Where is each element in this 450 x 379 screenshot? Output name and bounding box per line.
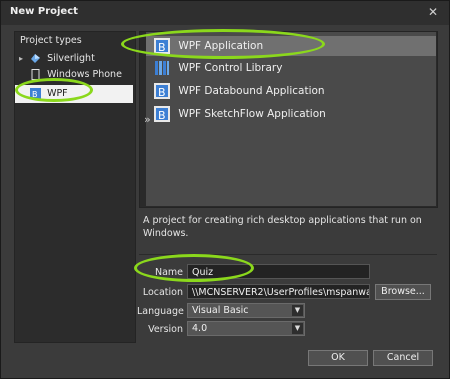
silverlight-icon [31, 54, 41, 63]
dialog-title: New Project [10, 6, 78, 17]
template-wpf-sketchflow-application[interactable]: B WPF SketchFlow Application [154, 104, 326, 124]
template-label: WPF SketchFlow Application [178, 108, 326, 120]
title-bar: New Project ✕ [1, 1, 449, 25]
project-types-header: Project types [20, 35, 82, 46]
template-wpf-databound-application[interactable]: B WPF Databound Application [154, 81, 325, 101]
ok-button[interactable]: OK [308, 350, 368, 366]
project-types-panel: Project types ▸ Silverlight Windows Phon… [14, 31, 136, 343]
version-select[interactable]: 4.0 ▼ [187, 321, 305, 336]
template-label: WPF Control Library [178, 62, 283, 74]
template-label: WPF Databound Application [178, 85, 325, 97]
template-description: A project for creating rich desktop appl… [143, 215, 422, 239]
tree-item-label: Silverlight [47, 53, 95, 64]
template-wpf-control-library[interactable]: WPF Control Library [154, 58, 282, 78]
language-select[interactable]: Visual Basic ▼ [187, 303, 305, 318]
expand-arrow-icon[interactable]: ▸ [19, 51, 27, 67]
annotation-circle-name [134, 254, 254, 282]
location-input[interactable]: \\MCNSERVER2\UserProfiles\mspanwar\My [187, 284, 370, 299]
version-selected-value: 4.0 [192, 323, 208, 334]
language-label: Language [137, 306, 184, 317]
tree-item-silverlight[interactable]: ▸ Silverlight [19, 51, 95, 67]
svg-text:B: B [158, 86, 166, 99]
language-selected-value: Visual Basic [192, 305, 249, 316]
wpf-control-library-icon [155, 61, 169, 75]
annotation-circle-wpf [15, 78, 93, 102]
close-icon[interactable]: ✕ [425, 4, 441, 20]
location-label: Location [142, 287, 183, 298]
annotation-circle-template [121, 29, 325, 59]
version-label: Version [148, 324, 183, 335]
wpf-databound-icon: B [154, 83, 170, 99]
chevron-down-icon[interactable]: ▼ [292, 305, 303, 316]
browse-button[interactable]: Browse... [375, 284, 431, 300]
chevron-down-icon[interactable]: ▼ [292, 323, 303, 334]
wpf-sketchflow-icon: B [154, 106, 170, 122]
cancel-button[interactable]: Cancel [373, 350, 433, 366]
svg-text:B: B [158, 109, 166, 122]
templates-expander-icon[interactable]: » [144, 113, 151, 126]
new-project-dialog: New Project ✕ Project types ▸ Silverligh… [0, 0, 450, 379]
